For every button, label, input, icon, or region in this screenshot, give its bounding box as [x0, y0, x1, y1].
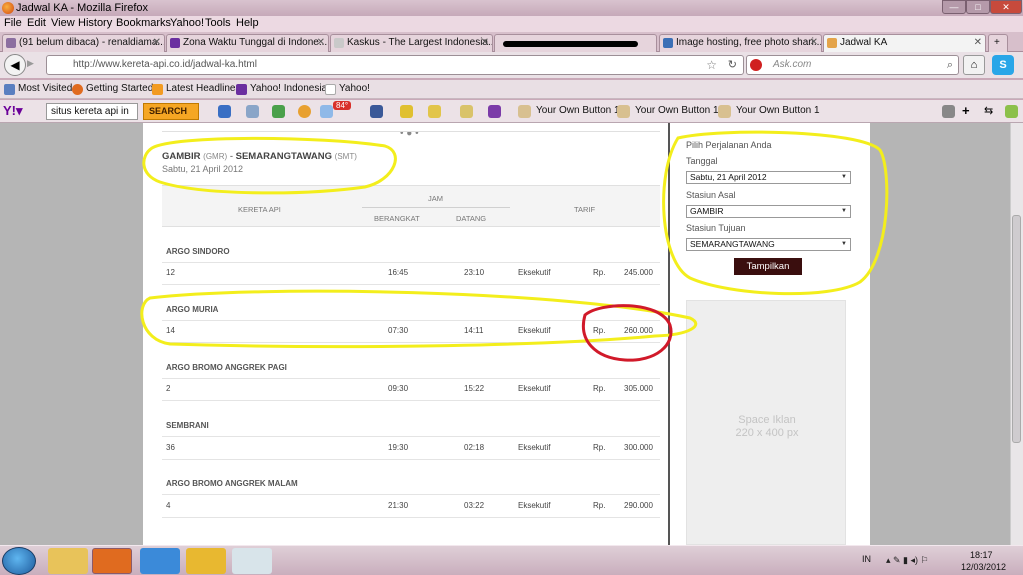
taskbar: IN ▴ ✎ ▮ ◂) ⚐ 18:17 12/03/2012 [0, 545, 1023, 575]
tray-icons: ▴ ✎ ▮ ◂) ⚐ [886, 555, 929, 565]
highlight-form-ellipse [662, 130, 889, 296]
firefox-taskbar-icon[interactable] [92, 548, 132, 574]
annotation-overlay [140, 130, 889, 362]
highlight-fare-circle [582, 304, 673, 362]
clock-date[interactable]: 12/03/2012 [961, 562, 1006, 572]
ie-icon[interactable] [140, 548, 180, 574]
language-indicator[interactable]: IN [862, 554, 871, 564]
highlight-argo-muria-ellipse [140, 289, 698, 349]
explorer-icon[interactable] [48, 548, 88, 574]
highlight-route-ellipse [142, 136, 397, 195]
app-icon[interactable] [186, 548, 226, 574]
clock-time[interactable]: 18:17 [970, 550, 993, 560]
start-button[interactable] [2, 547, 36, 575]
app-window-icon[interactable] [232, 548, 272, 574]
